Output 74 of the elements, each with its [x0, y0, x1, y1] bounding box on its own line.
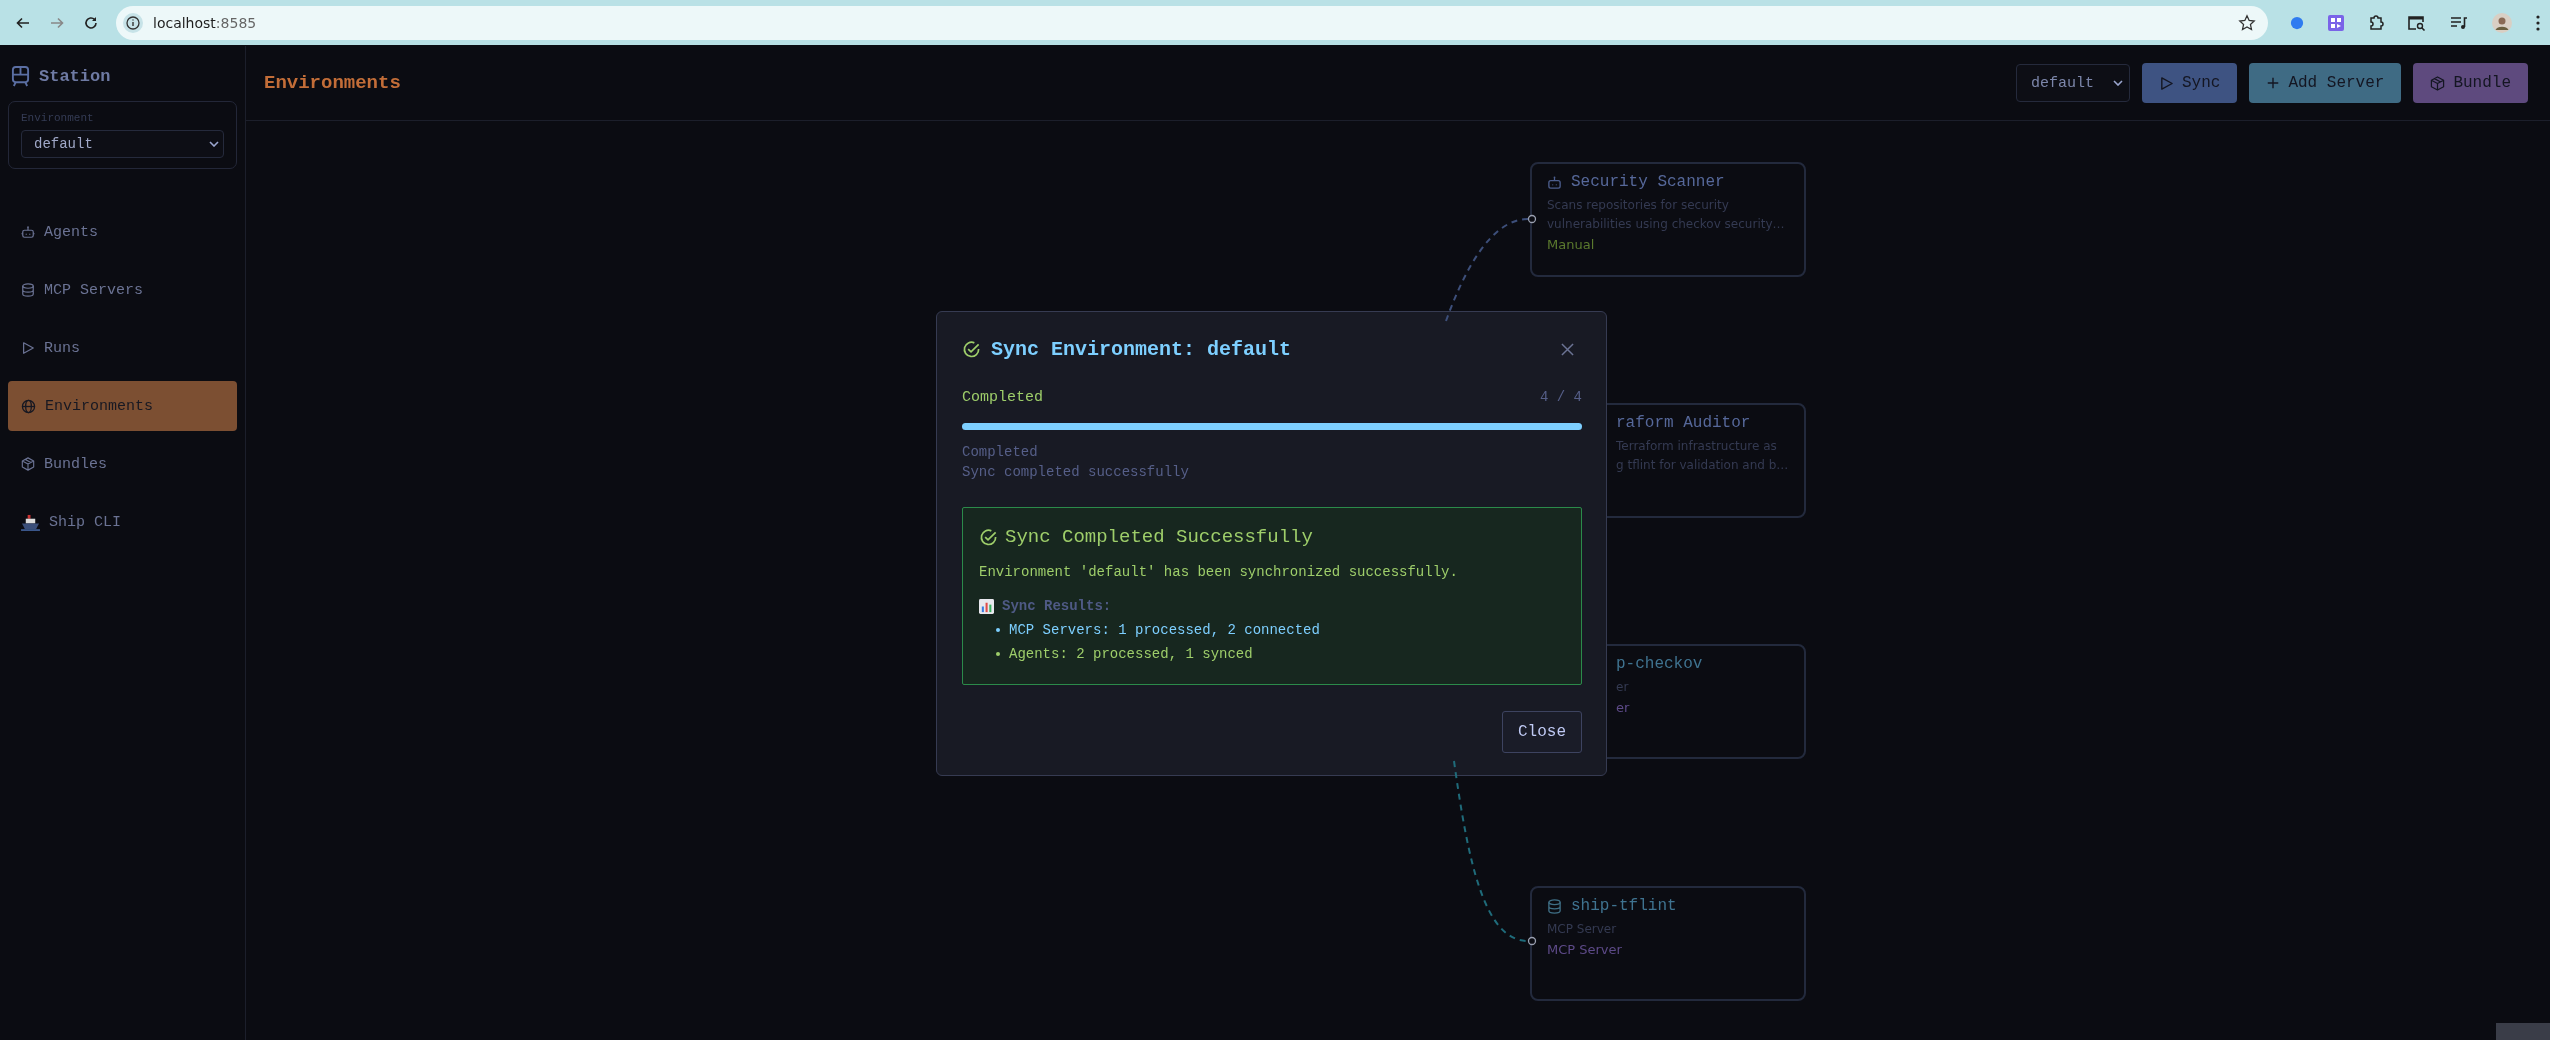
database-icon: [1547, 898, 1562, 914]
result-line: MCP Servers: 1 processed, 2 connected: [1009, 622, 1320, 638]
media-icon[interactable]: [2450, 14, 2468, 31]
bar-chart-icon: [979, 598, 994, 614]
close-button[interactable]: Close: [1502, 711, 1582, 753]
play-icon: [2158, 75, 2174, 91]
tab-search-icon[interactable]: [2408, 14, 2426, 31]
node-description: vulnerabilities using checkov security…: [1547, 216, 1785, 233]
chevron-down-icon: [2112, 80, 2123, 86]
toolbar-button[interactable]: Bundle: [2413, 63, 2528, 103]
dialog-title: Sync Environment: default: [991, 338, 1292, 361]
box-icon: [2430, 75, 2446, 91]
avatar-icon[interactable]: [2492, 12, 2512, 33]
extension-icon[interactable]: [2328, 14, 2344, 31]
success-message: Environment 'default' has been synchronized successfully.: [979, 564, 1458, 580]
chevron-down-icon: [209, 141, 219, 147]
toolbar-button[interactable]: Sync: [2141, 63, 2238, 103]
node-title: p-checkov: [1616, 655, 1703, 673]
robot-icon: [21, 225, 35, 239]
robot-icon: [1547, 174, 1562, 190]
node-tag: MCP Server: [1547, 942, 1622, 957]
train-icon: [11, 66, 30, 87]
status-message: Completed: [962, 443, 1038, 462]
node-card[interactable]: ship-tflint MCP Server MCP Server: [1530, 886, 1806, 1001]
nav-item[interactable]: Runs: [8, 323, 237, 373]
url-host: localhost: [153, 14, 216, 31]
app-title: Station: [39, 67, 111, 86]
port-handle[interactable]: [1527, 936, 1537, 946]
nav-item[interactable]: Ship CLI: [8, 497, 237, 547]
info-icon[interactable]: [123, 12, 143, 33]
puzzle-icon[interactable]: [2368, 14, 2384, 31]
menu-icon[interactable]: [2536, 14, 2540, 31]
nav-item[interactable]: Environments: [8, 381, 237, 431]
nav-item[interactable]: Agents: [8, 207, 237, 257]
corner-panel: [2496, 1023, 2550, 1040]
node-title: raform Auditor: [1616, 414, 1751, 432]
node-card[interactable]: Security Scanner Scans repositories for security vulnerabilities using checkov security… Manual: [1530, 162, 1806, 277]
check-circle-icon: [979, 527, 998, 547]
plus-icon: [2266, 76, 2281, 90]
play-icon: [21, 341, 35, 355]
node-description: er: [1616, 679, 1629, 696]
environment-select[interactable]: default: [21, 130, 224, 158]
port-handle[interactable]: [1527, 214, 1537, 224]
node-title: Security Scanner: [1571, 173, 1725, 191]
success-title: Sync Completed Successfully: [1005, 526, 1313, 548]
close-icon[interactable]: [1561, 343, 1574, 356]
database-icon: [21, 283, 35, 297]
results-label: Sync Results:: [1002, 598, 1112, 614]
check-circle-icon: [962, 340, 981, 359]
node-tag: Manual: [1547, 237, 1595, 252]
globe-icon: [21, 398, 36, 414]
extension-icon[interactable]: [2290, 15, 2304, 30]
environment-select[interactable]: default: [2015, 64, 2130, 102]
url-port: :8585: [215, 14, 257, 31]
toolbar-button[interactable]: Add Server: [2249, 63, 2402, 103]
nav-item[interactable]: MCP Servers: [8, 265, 237, 315]
node-description: Terraform infrastructure as: [1616, 438, 1777, 455]
result-line: Agents: 2 processed, 1 synced: [1009, 646, 1253, 662]
field-label: Environment: [21, 112, 95, 124]
node-tag: er: [1616, 700, 1630, 715]
node-description: MCP Server: [1547, 921, 1617, 938]
progress-count: 4 / 4: [1540, 389, 1582, 406]
ship-icon: [21, 513, 40, 531]
node-description: g tflint for validation and b…: [1616, 457, 1789, 474]
node-title: ship-tflint: [1571, 897, 1677, 915]
page-title: Environments: [264, 72, 401, 94]
nav-item[interactable]: Bundles: [8, 439, 237, 489]
address-bar[interactable]: localhost:8585: [116, 5, 2268, 40]
reload-icon[interactable]: [83, 14, 99, 31]
star-icon[interactable]: [2238, 13, 2256, 32]
node-description: Scans repositories for security: [1547, 197, 1729, 214]
box-icon: [21, 457, 35, 471]
progress-status: Completed: [962, 389, 1043, 406]
status-message: Sync completed successfully: [962, 463, 1189, 482]
